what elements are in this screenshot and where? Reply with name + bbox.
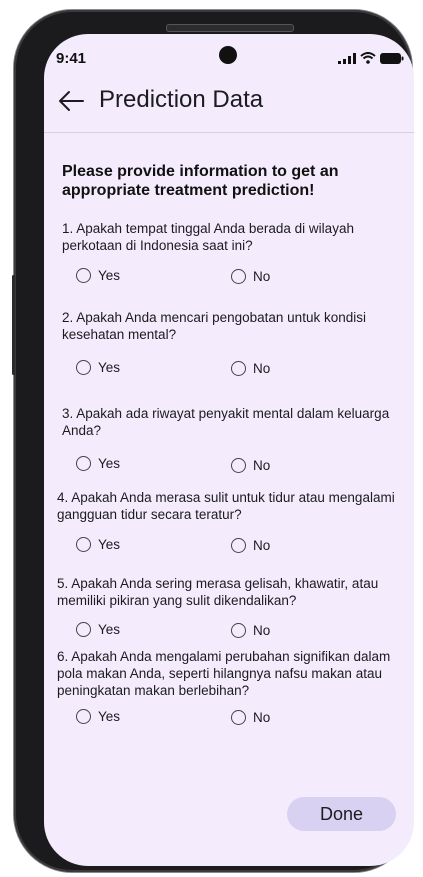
speaker: [166, 24, 294, 32]
intro-text: Please provide information to get an app…: [62, 163, 339, 199]
question-4: 4. Apakah Anda merasa sulit untuk tidur …: [57, 490, 395, 522]
question-2: 2. Apakah Anda mencari pengobatan untuk …: [62, 310, 366, 342]
q1-yes-label: Yes: [98, 268, 121, 283]
app-bar: Prediction Data: [44, 78, 414, 133]
phone-frame: 9:41 Prediction Data Please provide info…: [12, 10, 414, 872]
page-title: Prediction Data: [99, 86, 264, 113]
q3-no-option[interactable]: No: [231, 458, 270, 473]
q4-no-label: No: [253, 538, 271, 553]
q3-yes-radio[interactable]: [76, 456, 91, 471]
q1-no-option[interactable]: No: [231, 269, 270, 284]
side-button: [12, 275, 15, 375]
back-arrow-icon[interactable]: [56, 86, 86, 116]
question-1: 1. Apakah tempat tinggal Anda berada di …: [62, 221, 354, 253]
done-button[interactable]: Done: [287, 797, 396, 831]
question-3: 3. Apakah ada riwayat penyakit mental da…: [62, 406, 390, 438]
q1-yes-radio[interactable]: [76, 268, 91, 283]
q5-yes-option[interactable]: Yes: [76, 622, 120, 637]
status-time: 9:41: [56, 50, 87, 67]
wifi-icon: [360, 52, 376, 64]
q4-no-radio[interactable]: [231, 538, 246, 553]
question-5: 5. Apakah Anda sering merasa gelisah, kh…: [57, 576, 379, 608]
q3-no-radio[interactable]: [231, 458, 246, 473]
q6-yes-label: Yes: [98, 709, 121, 724]
battery-icon: [380, 53, 404, 64]
q2-no-radio[interactable]: [231, 361, 246, 376]
q6-yes-radio[interactable]: [76, 709, 91, 724]
question-6: 6. Apakah Anda mengalami perubahan signi…: [57, 649, 391, 698]
q1-no-radio[interactable]: [231, 269, 246, 284]
q6-no-label: No: [253, 710, 271, 725]
screen: 9:41 Prediction Data Please provide info…: [44, 34, 414, 866]
q2-yes-radio[interactable]: [76, 360, 91, 375]
q2-no-label: No: [253, 361, 271, 376]
q5-no-radio[interactable]: [231, 623, 246, 638]
q2-no-option[interactable]: No: [231, 361, 270, 376]
q6-yes-option[interactable]: Yes: [76, 709, 120, 724]
q6-no-option[interactable]: No: [231, 710, 270, 725]
q4-yes-label: Yes: [98, 537, 121, 552]
q6-no-radio[interactable]: [231, 710, 246, 725]
q1-yes-option[interactable]: Yes: [76, 268, 120, 283]
q2-yes-option[interactable]: Yes: [76, 360, 120, 375]
status-bar: 9:41: [44, 34, 414, 78]
q4-yes-option[interactable]: Yes: [76, 537, 120, 552]
q5-yes-radio[interactable]: [76, 622, 91, 637]
q3-yes-label: Yes: [98, 456, 121, 471]
q5-no-option[interactable]: No: [231, 623, 270, 638]
q3-no-label: No: [253, 458, 271, 473]
camera: [219, 46, 237, 64]
q2-yes-label: Yes: [98, 360, 121, 375]
q5-no-label: No: [253, 623, 271, 638]
q3-yes-option[interactable]: Yes: [76, 456, 120, 471]
q5-yes-label: Yes: [98, 622, 121, 637]
q1-no-label: No: [253, 269, 271, 284]
status-icons: [338, 52, 404, 64]
q4-no-option[interactable]: No: [231, 538, 270, 553]
signal-icon: [338, 53, 356, 64]
q4-yes-radio[interactable]: [76, 537, 91, 552]
